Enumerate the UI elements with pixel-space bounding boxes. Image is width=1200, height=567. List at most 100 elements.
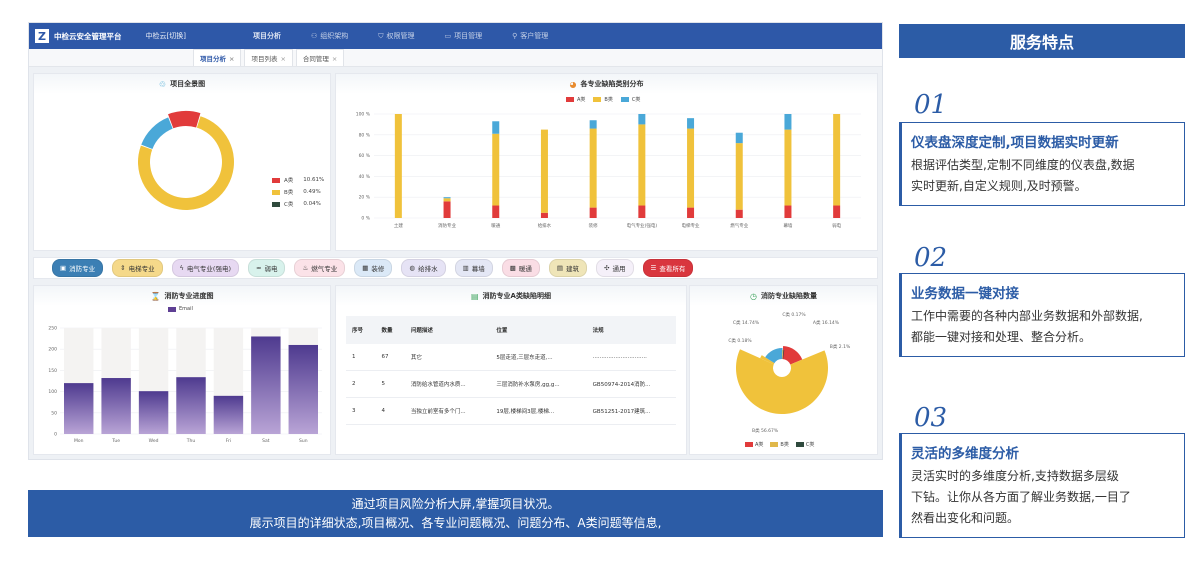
defect-data-label: C类 0.18% (728, 337, 752, 344)
category-chip-11[interactable]: ☰ 查看所有 (642, 259, 694, 277)
x-tick-label: 给排水 (538, 222, 552, 229)
list-icon: ☰ (650, 264, 657, 272)
bar-segment (638, 205, 646, 218)
tab-1[interactable]: 项目列表 × (244, 49, 293, 66)
progress-panel: ⌛ 消防专业进度图 Email 250 200 150 100 50 0 Mon Tue Wed… (33, 285, 331, 455)
table-cell: GB50974-2014消防... (586, 370, 676, 398)
building-icon: ▤ (556, 264, 564, 272)
tab-2[interactable]: 合同管理 × (295, 49, 345, 66)
category-chip-label: 暖通 (518, 265, 532, 273)
y-tick-label: 0 (54, 432, 57, 438)
bar-segment (687, 128, 695, 208)
nav-item-4[interactable]: ⚲ 客户管理 (512, 31, 548, 41)
distribution-legend-item: B类 (593, 96, 613, 103)
table-cell: 1 (346, 344, 376, 371)
category-filter-bar: ▣ 消防专业 ⇕ 电梯专业 ϟ 电气专业(强电) ≈ 弱电 ♨ 燃气专业 ▦ 装修 ◍ 给排水 ▥ 幕墙 ▩ 暖通… (33, 257, 878, 279)
org-icon: ⚇ (310, 32, 318, 40)
table-cell: GB51251-2017建筑... (586, 397, 676, 425)
y-tick-label: 80 % (359, 132, 371, 138)
y-tick-label: 100 % (356, 112, 371, 118)
fire-extinguisher-icon: ▣ (60, 264, 67, 272)
overview-panel: ♲ 项目全景图 A类 10.61% B类 0.49% C类 0.04% (33, 73, 331, 251)
table-row[interactable]: 2 5 消防给水管道内水质... 三层消防补水泵房,gg,g... GB50974-20… (346, 370, 676, 398)
category-chip-2[interactable]: ϟ 电气专业(强电) (171, 259, 239, 277)
bar-segment (492, 205, 500, 218)
nav-item-0[interactable]: 项目分析 (250, 31, 281, 41)
bar-segment (589, 128, 597, 208)
table-cell: 2 (346, 370, 376, 398)
category-chip-0[interactable]: ▣ 消防专业 (52, 259, 104, 277)
defect-data-label: C类 0.17% (782, 311, 806, 318)
lightning-icon: ϟ (179, 264, 184, 272)
legend-label: C类 (284, 202, 294, 208)
tab-label: 项目分析 (200, 55, 226, 63)
nav-item-1[interactable]: ⚇ 组织架构 (311, 31, 348, 41)
category-chip-5[interactable]: ▦ 装修 (354, 259, 393, 277)
category-chip-10[interactable]: ✣ 通用 (596, 259, 634, 277)
category-chip-9[interactable]: ▤ 建筑 (548, 259, 588, 277)
category-chip-1[interactable]: ⇕ 电梯专业 (112, 259, 163, 277)
category-chip-8[interactable]: ▩ 暖通 (501, 259, 540, 277)
top-nav-menu: 项目分析 ⚇ 组织架构 ⛉ 权限管理 ▭ 项目管理 ⚲ 客户管理 (250, 31, 548, 41)
progress-title: 消防专业进度图 (164, 292, 214, 300)
category-chip-label: 电梯专业 (128, 265, 155, 273)
y-tick-label: 250 (48, 326, 57, 332)
feature-heading: 仪表盘深度定制,项目数据实时更新 (911, 135, 1119, 151)
feature-description-line: 工作中需要的各种内部业务数据和外部数据, (911, 309, 1143, 323)
defect-data-label: B类 2.1% (830, 343, 851, 350)
legend-swatch (272, 189, 280, 195)
category-chip-label: 电气专业(强电) (186, 265, 231, 273)
tab-0[interactable]: 项目分析 × (193, 49, 242, 66)
y-tick-label: 20 % (359, 195, 371, 201)
category-chip-6[interactable]: ◍ 给排水 (401, 259, 446, 277)
legend-label: B类 (604, 97, 613, 103)
feature-description-line: 实时更新,自定义规则,及时预警。 (911, 179, 1087, 193)
table-header-cell: 数量 (375, 316, 405, 344)
x-tick-label: Wed (149, 438, 159, 444)
close-icon[interactable]: × (229, 55, 234, 63)
legend-label: B类 (780, 442, 789, 448)
progress-bar (138, 391, 169, 434)
feature-description-line: 都能一键对接和处理、整合分析。 (911, 330, 1092, 344)
defect-data-label: A类 16.14% (813, 319, 840, 326)
table-row[interactable]: 1 67 其它 5层走道,三层东走道,........................… (346, 344, 676, 371)
bar-segment (735, 209, 743, 218)
feature-card-0: 仪表盘深度定制,项目数据实时更新 根据评估类型,定制不同维度的仪表盘,数据 实时更新… (899, 122, 1185, 206)
table-cell: 5层走道,三层东走道,... (490, 344, 587, 371)
bar-segment (687, 207, 695, 218)
shield-icon: ⛉ (378, 32, 384, 40)
bar-segment (833, 205, 841, 218)
legend-swatch (566, 97, 574, 102)
hourglass-icon: ⌛ (150, 291, 161, 301)
tab-label: 合同管理 (302, 55, 329, 63)
x-tick-label: Sat (262, 438, 270, 444)
table-header-cell: 法规 (586, 316, 676, 344)
feature-description-line: 然看出变化和问题。 (911, 511, 1020, 525)
x-tick-label: 电气专业(强电) (627, 222, 658, 229)
bar-segment (784, 114, 792, 130)
table-header-row: 序号 数量 问题描述 位置 法规 (346, 316, 676, 344)
category-chip-4[interactable]: ♨ 燃气专业 (294, 259, 346, 277)
category-chip-3[interactable]: ≈ 弱电 (247, 259, 286, 277)
distribution-legend-item: A类 (566, 96, 585, 103)
general-icon: ✣ (604, 264, 610, 272)
overview-donut-chart (138, 111, 234, 210)
x-tick-label: Fri (226, 438, 231, 444)
table-row[interactable]: 3 4 当独立前室有多个门... 19层,楼梯间3层,楼梯... GB51251-201… (346, 397, 676, 425)
close-icon[interactable]: × (332, 55, 337, 63)
nav-item-3[interactable]: ▭ 项目管理 (445, 31, 483, 41)
category-chip-7[interactable]: ▥ 幕墙 (454, 259, 493, 277)
x-tick-label: 装修 (589, 222, 598, 229)
defect-detail-table: 序号 数量 问题描述 位置 法规 1 67 其它 5层走道,三层东走道,...........… (346, 316, 676, 425)
nav-item-2[interactable]: ⛉ 权限管理 (378, 31, 414, 41)
close-icon[interactable]: × (280, 55, 285, 63)
pipe-icon: ◍ (409, 264, 416, 272)
table-cell: 其它 (404, 344, 491, 371)
progress-bar-chart: 250 200 150 100 50 0 Mon Tue Wed Thu Fri Sat Sun (48, 326, 322, 444)
tenant-switch[interactable]: 中检云[切换] (146, 31, 186, 41)
x-tick-label: Thu (186, 438, 196, 444)
bar-segment (638, 124, 646, 206)
app-logo-icon: Z (35, 29, 49, 43)
feature-number: 03 (914, 403, 948, 433)
category-chip-label: 弱电 (264, 265, 278, 273)
